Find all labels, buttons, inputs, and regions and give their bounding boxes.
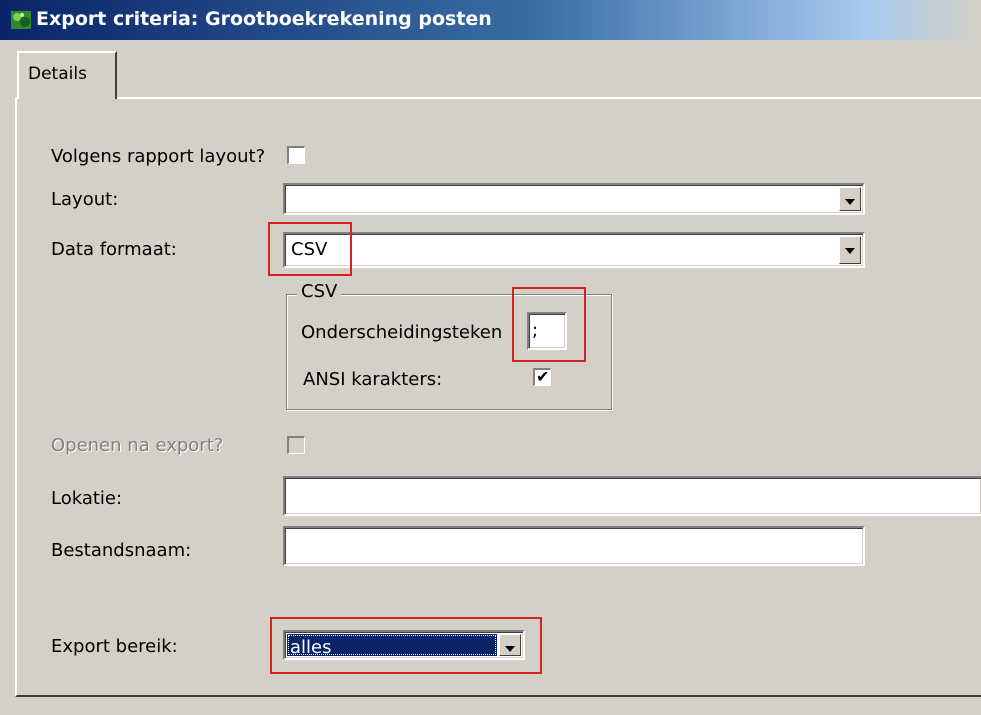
volgens-rapport-layout-checkbox[interactable] (287, 146, 305, 164)
checkmark-icon: ✔ (536, 367, 550, 386)
export-bereik-highlight (270, 617, 542, 674)
openen-na-export-label: Openen na export? (51, 435, 224, 456)
lokatie-label: Lokatie: (51, 488, 123, 509)
layout-dropdown-arrow-icon[interactable] (839, 187, 861, 211)
layout-select[interactable] (283, 183, 865, 215)
window-title: Export criteria: Grootboekrekening poste… (36, 8, 492, 30)
separator-highlight (512, 287, 586, 362)
title-bar[interactable]: Export criteria: Grootboekrekening poste… (0, 0, 981, 40)
bestandsnaam-label: Bestandsnaam: (51, 540, 192, 561)
onderscheidingsteken-label: Onderscheidingsteken (301, 322, 503, 343)
tab-details[interactable]: Details (17, 51, 117, 99)
app-icon (11, 11, 31, 29)
layout-label: Layout: (51, 189, 119, 210)
data-formaat-highlight (268, 222, 352, 276)
bestandsnaam-input[interactable] (283, 526, 865, 566)
data-formaat-dropdown-arrow-icon[interactable] (839, 236, 861, 264)
ansi-karakters-checkbox[interactable]: ✔ (533, 367, 551, 386)
ansi-karakters-label: ANSI karakters: (303, 369, 443, 390)
data-formaat-select[interactable]: CSV (283, 232, 865, 268)
csv-group-title: CSV (297, 281, 342, 302)
openen-na-export-checkbox[interactable] (287, 436, 305, 454)
export-bereik-label: Export bereik: (51, 636, 178, 657)
tab-details-label: Details (28, 64, 87, 84)
data-formaat-label: Data formaat: (51, 239, 177, 260)
lokatie-input[interactable] (283, 476, 981, 516)
volgens-rapport-layout-label: Volgens rapport layout? (51, 146, 266, 167)
